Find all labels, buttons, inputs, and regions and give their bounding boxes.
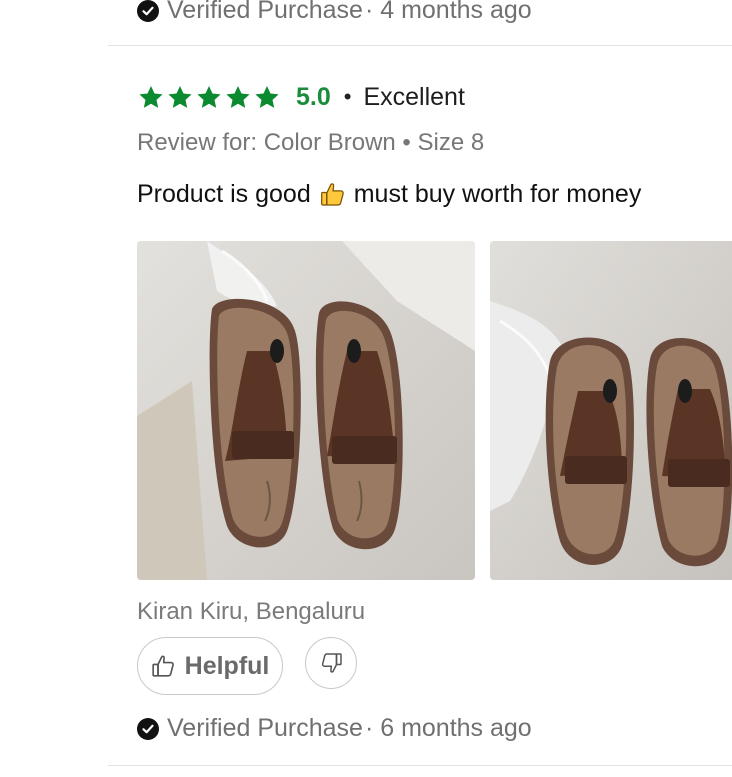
rating-score: 5.0 <box>296 82 331 111</box>
verified-purchase-row: Verified Purchase · 6 months ago <box>137 714 532 743</box>
thumbs-down-icon <box>321 653 342 673</box>
thumbs-up-emoji-icon <box>319 181 346 208</box>
rating-stars <box>137 84 282 111</box>
review-time: · 4 months ago <box>364 0 532 24</box>
review-divider <box>108 45 732 46</box>
verified-check-icon <box>137 0 159 22</box>
star-icon <box>255 85 279 108</box>
helpful-label: Helpful <box>184 651 270 680</box>
review-time: · 6 months ago <box>364 714 532 742</box>
verified-purchase-label: Verified Purchase <box>167 0 363 24</box>
review-text-part-1: Product is good <box>137 180 311 208</box>
review-photo[interactable] <box>490 241 732 580</box>
review-variant: Review for: Color Brown • Size 8 <box>137 129 485 156</box>
review-photo[interactable] <box>137 241 475 580</box>
sandal-photo-icon <box>137 241 475 580</box>
reviewer-name: Kiran Kiru, Bengaluru <box>137 598 366 625</box>
review-divider <box>108 765 732 766</box>
verified-purchase-label: Verified Purchase <box>167 714 363 742</box>
rating-row: 5.0 • Excellent <box>137 80 465 114</box>
thumbs-up-icon <box>151 655 174 677</box>
sandal-photo-icon <box>490 241 732 580</box>
review-list: Verified Purchase · 4 months ago 5.0 • E… <box>0 0 732 777</box>
star-icon <box>197 85 221 108</box>
star-icon <box>168 85 192 108</box>
star-icon <box>226 85 250 108</box>
verified-check-icon <box>137 717 159 740</box>
helpful-button[interactable]: Helpful <box>137 637 283 695</box>
star-icon <box>139 85 163 108</box>
not-helpful-button[interactable] <box>305 637 357 689</box>
rating-separator: • <box>343 84 352 109</box>
review-text-part-2: must buy worth for money <box>353 180 642 208</box>
verified-purchase-row: Verified Purchase · 4 months ago <box>137 0 532 25</box>
rating-label: Excellent <box>363 82 465 111</box>
review-text: Product is good must buy worth for money <box>137 180 641 209</box>
